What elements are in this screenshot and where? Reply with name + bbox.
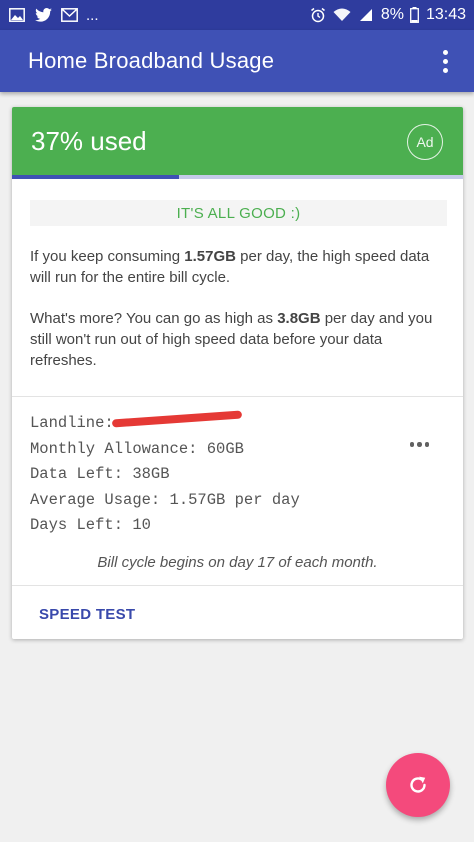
signal-icon [357,7,375,23]
days-left: Days Left: 10 [30,516,151,534]
refresh-icon [410,776,426,793]
more-vert-icon[interactable] [439,44,452,79]
ad-label: Ad [416,134,434,150]
usage-progress-fill [12,175,179,179]
divider [12,584,463,586]
allowance-paragraph: What's more? You can go as high as 3.8GB… [30,308,445,371]
status-ellipsis: ... [86,6,99,24]
status-time: 13:43 [425,6,466,23]
wifi-icon [333,7,351,23]
status-bar: ... 8% 13:43 [0,0,474,30]
image-icon [8,7,26,23]
usage-card: 37% used Ad IT'S ALL GOOD :) If you keep… [12,107,463,639]
bill-cycle-note: Bill cycle begins on day 17 of each mont… [97,553,378,571]
average-usage: Average Usage: 1.57GB per day [30,490,300,509]
consumption-paragraph: If you keep consuming 1.57GB per day, th… [30,246,445,288]
status-message: IT'S ALL GOOD :) [176,204,301,222]
redaction-mark [111,410,242,428]
para2-text-before: What's more? You can go as high as [30,310,278,327]
plan-details: Landline: Monthly Allowance: 60GB Data L… [12,397,463,539]
speed-test-button[interactable]: SPEED TEST [39,606,135,623]
landline-line: Landline: [30,410,445,437]
battery-icon [410,7,420,23]
usage-header: 37% used Ad [12,107,463,175]
used-percent-label: 37% used [31,125,147,156]
status-right: 8% 13:43 [309,6,466,24]
monthly-allowance: Monthly Allowance: 60GB [30,439,244,458]
status-banner: IT'S ALL GOOD :) [30,200,447,226]
more-horiz-icon[interactable] [409,442,429,447]
app-bar: Home Broadband Usage [0,30,474,92]
twitter-icon [34,7,52,23]
para1-daily-usage: 1.57GB [184,248,236,265]
data-left: Data Left: 38GB [30,465,170,483]
refresh-button[interactable] [386,753,450,817]
ad-badge[interactable]: Ad [407,124,443,160]
para1-text-before: If you keep consuming [30,248,185,265]
status-left: ... [8,7,99,24]
alarm-icon [309,7,327,23]
battery-percent: 8% [380,6,404,23]
mail-icon [60,7,78,23]
app-title: Home Broadband Usage [28,48,275,73]
para2-max-daily: 3.8GB [277,310,321,327]
landline-label: Landline: [30,414,114,432]
usage-progress-bar [12,175,463,179]
